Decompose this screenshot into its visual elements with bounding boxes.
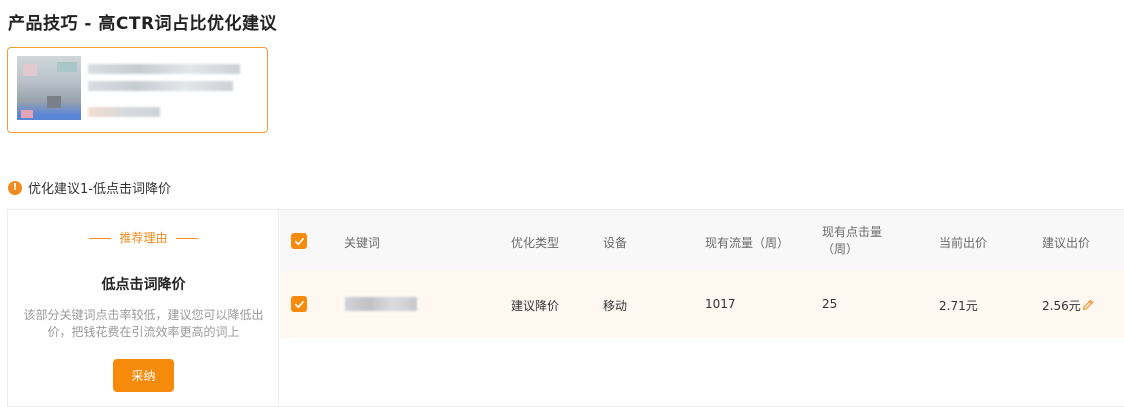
keyword-blurred xyxy=(345,297,417,311)
cell-device: 移动 xyxy=(603,299,628,313)
cell-opt-type: 建议降价 xyxy=(511,299,560,313)
keyword-table: 关键词 优化类型 设备 现有流量（周） 现有点击量（周） 当前出价 建议出价 建… xyxy=(280,210,1124,338)
reason-title: 低点击词降价 xyxy=(101,277,186,293)
cell-suggested-bid: 2.56元 xyxy=(1042,297,1094,314)
header-traffic: 现有流量（周） xyxy=(705,236,790,250)
select-all-checkbox[interactable] xyxy=(291,233,307,249)
suggested-bid-value: 2.56元 xyxy=(1042,299,1081,313)
row-checkbox[interactable] xyxy=(291,296,307,312)
page-title: 产品技巧 - 高CTR词占比优化建议 xyxy=(8,14,278,34)
product-title-blurred-2 xyxy=(88,81,233,91)
product-title-blurred xyxy=(88,64,240,74)
reason-description: 该部分关键词点击率较低，建议您可以降低出价，把钱花费在引流效率更高的词上 xyxy=(23,308,264,339)
cell-traffic: 1017 xyxy=(705,297,736,311)
header-keyword: 关键词 xyxy=(344,236,381,250)
header-current-bid: 当前出价 xyxy=(939,236,988,250)
product-card[interactable] xyxy=(7,47,268,133)
reason-tag-label: 推荐理由 xyxy=(119,231,168,245)
cell-clicks: 25 xyxy=(822,297,838,311)
product-thumbnail xyxy=(17,56,81,120)
header-device: 设备 xyxy=(603,236,628,250)
product-meta-blurred xyxy=(88,107,160,117)
header-suggested-bid: 建议出价 xyxy=(1042,236,1091,250)
section-title: 优化建议1-低点击词降价 xyxy=(28,182,171,197)
header-clicks: 现有点击量（周） xyxy=(822,225,883,256)
section-header: ! 优化建议1-低点击词降价 xyxy=(8,178,171,197)
info-icon: ! xyxy=(8,180,22,195)
adopt-button[interactable]: 采纳 xyxy=(113,359,174,392)
reason-panel: 推荐理由 低点击词降价 该部分关键词点击率较低，建议您可以降低出价，把钱花费在引… xyxy=(8,210,279,407)
table-header: 关键词 优化类型 设备 现有流量（周） 现有点击量（周） 当前出价 建议出价 xyxy=(280,210,1124,271)
cell-current-bid: 2.71元 xyxy=(939,299,978,313)
header-opt-type: 优化类型 xyxy=(511,236,560,250)
reason-tag: 推荐理由 xyxy=(8,229,279,246)
table-row: 建议降价 移动 1017 25 2.71元 2.56元 xyxy=(280,271,1124,338)
pencil-icon[interactable] xyxy=(1082,299,1094,311)
suggestion-panel: 推荐理由 低点击词降价 该部分关键词点击率较低，建议您可以降低出价，把钱花费在引… xyxy=(7,209,1124,407)
